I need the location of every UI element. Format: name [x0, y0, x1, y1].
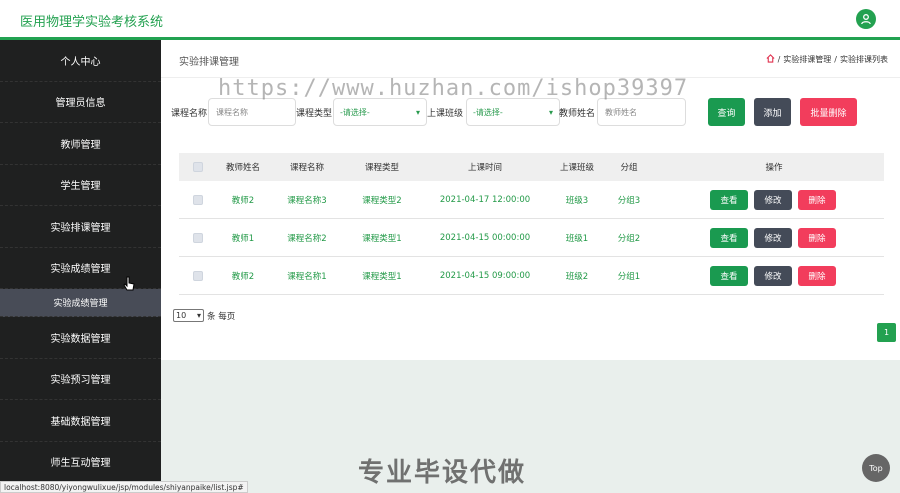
class-value: -请选择- [473, 107, 503, 117]
back-to-top-button[interactable]: Top [862, 454, 890, 482]
cell-group: 分组3 [617, 195, 641, 206]
cell-time: 2021-04-15 00:00:00 [439, 232, 531, 243]
sidebar-item-experiment-data[interactable]: 实验数据管理 [0, 317, 161, 359]
class-label: 上课班级 [427, 109, 464, 119]
cell-class: 班级2 [565, 271, 589, 282]
edit-button[interactable]: 修改 [754, 190, 792, 210]
sidebar-item-personal-center[interactable]: 个人中心 [0, 40, 161, 82]
cell-type: 课程类型2 [362, 195, 402, 206]
breadcrumb: / 实验排课管理 / 实验排课列表 [766, 54, 888, 65]
sidebar-item-admin-info[interactable]: 管理员信息 [0, 82, 161, 123]
sidebar-item-course-scheduling[interactable]: 实验排课管理 [0, 206, 161, 248]
query-button[interactable]: 查询 [708, 98, 745, 126]
course-type-label: 课程类型 [296, 109, 333, 119]
search-form: 课程名称 课程名称 课程类型 -请选择- ▾ 上课班级 -请选择- ▾ 教师姓名… [161, 98, 900, 128]
page-size-select[interactable]: 10 ▾ [173, 309, 204, 322]
breadcrumb-bar: 实验排课管理 / 实验排课管理 / 实验排课列表 [161, 40, 900, 78]
main-content: 实验排课管理 / 实验排课管理 / 实验排课列表 课程名称 课程名称 课程类型 … [161, 40, 900, 360]
sidebar-item-teachers[interactable]: 教师管理 [0, 123, 161, 165]
cell-type: 课程类型1 [362, 233, 402, 244]
mouse-cursor-icon [123, 276, 137, 297]
header-course: 课程名称 [289, 163, 324, 173]
cell-teacher: 教师2 [231, 195, 255, 206]
edit-button[interactable]: 修改 [754, 228, 792, 248]
page-title: 实验排课管理 [179, 57, 239, 68]
page-size-control: 10 ▾ 条 每页 [173, 309, 235, 322]
page-size-suffix: 条 每页 [207, 311, 236, 322]
delete-button[interactable]: 删除 [798, 190, 836, 210]
cell-type: 课程类型1 [362, 271, 402, 282]
header-teacher: 教师姓名 [225, 163, 260, 173]
delete-button[interactable]: 删除 [798, 228, 836, 248]
cell-class: 班级1 [565, 233, 589, 244]
cell-group: 分组1 [617, 271, 641, 282]
breadcrumb-level2: 实验排课列表 [840, 55, 888, 64]
sidebar-item-base-data[interactable]: 基础数据管理 [0, 400, 161, 442]
cell-course: 课程名称1 [287, 271, 327, 282]
class-select[interactable]: -请选择- ▾ [466, 98, 560, 126]
home-icon[interactable] [766, 54, 775, 65]
sidebar: 个人中心 管理员信息 教师管理 学生管理 实验排课管理 实验成绩管理 实验成绩管… [0, 40, 161, 493]
view-button[interactable]: 查看 [710, 190, 748, 210]
cell-teacher: 教师2 [231, 271, 255, 282]
breadcrumb-sep: / [834, 55, 837, 64]
view-button[interactable]: 查看 [710, 228, 748, 248]
sidebar-item-students[interactable]: 学生管理 [0, 165, 161, 206]
add-button[interactable]: 添加 [754, 98, 791, 126]
sidebar-item-interaction[interactable]: 师生互动管理 [0, 442, 161, 483]
row-checkbox[interactable] [193, 270, 203, 281]
table-row: 教师2 课程名称1 课程类型1 2021-04-15 09:00:00 班级2 … [179, 257, 884, 295]
view-button[interactable]: 查看 [710, 266, 748, 286]
course-type-select[interactable]: -请选择- ▾ [333, 98, 427, 126]
edit-button[interactable]: 修改 [754, 266, 792, 286]
cell-time: 2021-04-17 12:00:00 [439, 194, 531, 205]
breadcrumb-sep: / [777, 55, 781, 64]
cell-course: 课程名称3 [287, 195, 327, 206]
user-icon[interactable] [856, 9, 876, 29]
cell-teacher: 教师1 [231, 233, 255, 244]
top-header: 医用物理学实验考核系统 [0, 0, 900, 40]
chevron-down-icon: ▾ [415, 107, 420, 117]
page-1-button[interactable]: 1 [877, 323, 896, 342]
table-header: 教师姓名 课程名称 课程类型 上课时间 上课班级 分组 操作 [179, 153, 884, 181]
delete-button[interactable]: 删除 [798, 266, 836, 286]
header-actions: 操作 [765, 163, 783, 173]
header-type: 课程类型 [364, 163, 399, 173]
chevron-down-icon: ▾ [196, 311, 201, 320]
breadcrumb-level1[interactable]: 实验排课管理 [783, 54, 831, 65]
sidebar-item-preview[interactable]: 实验预习管理 [0, 359, 161, 400]
status-url: localhost:8080/yiyongwulixue/jsp/modules… [0, 481, 248, 493]
header-group: 分组 [620, 163, 638, 173]
table-row: 教师2 课程名称3 课程类型2 2021-04-17 12:00:00 班级3 … [179, 181, 884, 219]
course-type-value: -请选择- [340, 107, 370, 117]
table-row: 教师1 课程名称2 课程类型1 2021-04-15 00:00:00 班级1 … [179, 219, 884, 257]
teacher-name-input[interactable]: 教师姓名 [597, 98, 686, 126]
course-name-input[interactable]: 课程名称 [208, 98, 296, 126]
header-class: 上课班级 [559, 163, 594, 173]
app-title: 医用物理学实验考核系统 [20, 15, 164, 30]
row-checkbox[interactable] [193, 232, 203, 243]
chevron-down-icon: ▾ [548, 107, 553, 117]
row-checkbox[interactable] [193, 194, 203, 205]
slogan-text: 专业毕设代做 [358, 458, 527, 488]
select-all-checkbox[interactable] [193, 162, 203, 172]
cell-course: 课程名称2 [287, 233, 327, 244]
cell-time: 2021-04-15 09:00:00 [439, 270, 531, 281]
teacher-name-label: 教师姓名 [559, 109, 596, 119]
header-time: 上课时间 [467, 163, 502, 173]
page-size-value: 10 [176, 311, 187, 320]
cell-group: 分组2 [617, 233, 641, 244]
course-name-label: 课程名称 [171, 109, 208, 119]
batch-delete-button[interactable]: 批量删除 [800, 98, 857, 126]
cell-class: 班级3 [565, 195, 589, 206]
schedule-table: 教师姓名 课程名称 课程类型 上课时间 上课班级 分组 操作 教师2 课程名称3… [179, 153, 884, 295]
